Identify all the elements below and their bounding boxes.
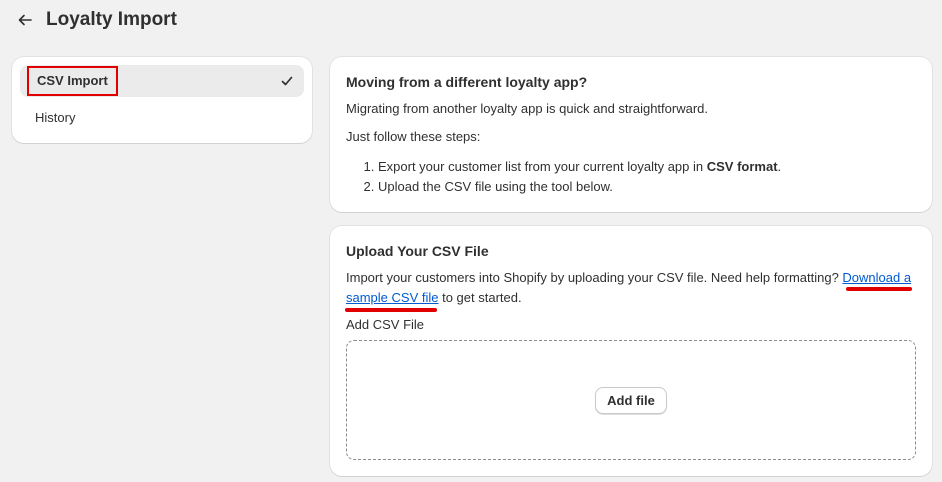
nav-item-label: CSV Import xyxy=(27,66,118,96)
migration-intro: Migrating from another loyalty app is qu… xyxy=(346,101,709,116)
list-item: Export your customer list from your curr… xyxy=(378,157,916,177)
description-text: Import your customers into Shopify by up… xyxy=(346,270,843,285)
step-emphasis: CSV format xyxy=(706,159,778,174)
section-nav: CSV Import History xyxy=(12,57,312,143)
checkmark-icon xyxy=(281,76,293,86)
file-dropzone[interactable]: Add file xyxy=(346,340,916,460)
step-punct: . xyxy=(777,159,782,174)
upload-card: Upload Your CSV File Import your custome… xyxy=(330,226,932,476)
field-label: Add CSV File xyxy=(346,317,425,332)
description-text: to get started. xyxy=(438,290,522,305)
migration-card-title: Moving from a different loyalty app? xyxy=(346,74,588,90)
upload-card-title: Upload Your CSV File xyxy=(346,243,489,259)
steps-intro: Just follow these steps: xyxy=(346,129,481,144)
nav-item-csv-import[interactable]: CSV Import xyxy=(20,65,304,97)
steps-list: Export your customer list from your curr… xyxy=(346,157,916,197)
page-header: Loyalty Import xyxy=(14,6,177,34)
back-button[interactable] xyxy=(14,9,36,31)
list-item: Upload the CSV file using the tool below… xyxy=(378,177,916,197)
migration-card: Moving from a different loyalty app? Mig… xyxy=(330,57,932,212)
step-text: Export your customer list from your curr… xyxy=(378,159,707,174)
page-title: Loyalty Import xyxy=(46,9,177,30)
nav-item-history[interactable]: History xyxy=(20,101,304,133)
upload-description: Import your customers into Shopify by up… xyxy=(346,268,916,308)
add-file-button[interactable]: Add file xyxy=(595,386,667,414)
nav-item-label: History xyxy=(35,109,76,125)
arrow-left-icon xyxy=(18,14,32,26)
annotation-underline xyxy=(345,308,437,312)
annotation-underline xyxy=(846,287,912,291)
